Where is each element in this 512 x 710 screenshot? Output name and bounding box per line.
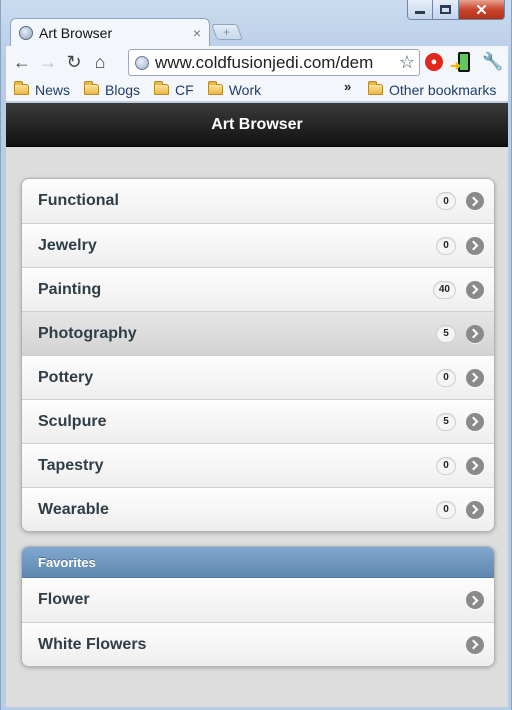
bookmark-blogs[interactable]: Blogs — [84, 81, 141, 98]
arrow-right-icon — [466, 635, 484, 654]
address-bar[interactable]: ☆ — [128, 49, 420, 76]
browser-window: ✕ Art Browser × + ← → ↻ ⌂ ☆ ● ➜ 🔧 News B… — [0, 0, 512, 710]
count-badge: 0 — [436, 368, 456, 387]
bookmark-news[interactable]: News — [14, 81, 71, 98]
bookmark-cf[interactable]: CF — [154, 81, 194, 98]
arrow-right-icon — [466, 280, 484, 299]
url-input[interactable] — [155, 52, 395, 73]
close-window-button[interactable]: ✕ — [459, 0, 505, 20]
back-arrow-icon: ← — [13, 51, 31, 72]
reload-icon: ↻ — [66, 51, 82, 72]
more-bookmarks-chevron[interactable]: » — [344, 79, 351, 94]
list-item-label: Pottery — [38, 368, 94, 386]
folder-icon — [84, 81, 100, 95]
send-to-phone-button[interactable]: ➜ — [450, 50, 476, 74]
bookmark-work[interactable]: Work — [207, 81, 262, 98]
list-item-pottery[interactable]: Pottery 0 — [22, 355, 494, 399]
list-item-label: White Flowers — [38, 635, 147, 653]
list-item-label: Jewelry — [38, 236, 97, 254]
count-badge: 5 — [436, 412, 456, 431]
list-item-label: Flower — [38, 591, 90, 608]
stop-icon: ● — [425, 53, 443, 71]
tab-close-icon[interactable]: × — [193, 25, 201, 41]
forward-button[interactable]: → — [36, 50, 60, 74]
other-bookmarks[interactable]: Other bookmarks — [368, 81, 497, 98]
count-badge: 0 — [436, 236, 456, 255]
list-item-label: Tapestry — [38, 456, 104, 474]
back-button[interactable]: ← — [10, 50, 34, 74]
favorites-divider: Favorites — [22, 547, 494, 578]
maximize-button[interactable] — [433, 0, 459, 20]
window-controls: ✕ — [407, 0, 505, 22]
favorites-title: Favorites — [38, 554, 96, 570]
close-icon: ✕ — [475, 1, 488, 19]
bookmark-label: Blogs — [105, 81, 141, 98]
arrow-right-icon — [466, 236, 484, 255]
arrow-right-icon — [466, 192, 484, 210]
maximize-icon — [440, 5, 451, 14]
folder-icon — [154, 81, 170, 95]
browser-toolbar: ← → ↻ ⌂ ☆ ● ➜ 🔧 — [6, 46, 508, 78]
other-bookmarks-label: Other bookmarks — [389, 81, 497, 98]
bookmark-label: News — [35, 81, 71, 98]
bookmark-label: CF — [175, 81, 194, 98]
arrow-right-icon — [466, 591, 484, 609]
list-item-functional[interactable]: Functional 0 — [22, 179, 494, 223]
bookmark-label: Work — [228, 81, 262, 98]
browser-tab[interactable]: Art Browser × — [10, 18, 210, 46]
page-title: Art Browser — [211, 115, 303, 133]
arrow-right-icon — [466, 412, 484, 431]
tab-title: Art Browser — [39, 24, 113, 41]
new-tab-button[interactable]: + — [211, 24, 243, 40]
count-badge: 5 — [436, 324, 456, 343]
minimize-button[interactable] — [407, 0, 433, 20]
list-item-wearable[interactable]: Wearable 0 — [22, 487, 494, 531]
arrow-right-icon — [466, 368, 484, 387]
list-item-sculpure[interactable]: Sculpure 5 — [22, 399, 494, 443]
favorite-item-flower[interactable]: Flower — [22, 578, 494, 622]
plus-icon: + — [223, 25, 231, 39]
count-badge: 40 — [432, 280, 456, 299]
page-info-icon — [135, 55, 149, 70]
folder-icon — [207, 81, 223, 95]
bookmarks-bar: News Blogs CF Work » Other bookmarks — [6, 78, 508, 102]
home-button[interactable]: ⌂ — [88, 50, 112, 74]
wrench-menu-button[interactable]: 🔧 — [481, 50, 505, 74]
list-item-painting[interactable]: Painting 40 — [22, 267, 494, 311]
phone-icon: ➜ — [450, 52, 470, 73]
list-item-label: Sculpure — [38, 412, 107, 430]
minimize-icon — [415, 11, 425, 14]
folder-icon — [14, 81, 29, 95]
page-content: Art Browser Functional 0 Jewelry 0 Paint… — [6, 103, 508, 707]
stop-extension-button[interactable]: ● — [422, 50, 446, 74]
arrow-icon: ➜ — [450, 58, 461, 73]
count-badge: 0 — [436, 192, 456, 210]
arrow-right-icon — [466, 456, 484, 475]
list-item-label: Functional — [38, 192, 119, 209]
list-item-photography[interactable]: Photography 5 — [22, 311, 494, 355]
count-badge: 0 — [436, 456, 456, 475]
home-icon: ⌂ — [94, 51, 106, 72]
arrow-right-icon — [466, 324, 484, 343]
reload-button[interactable]: ↻ — [62, 50, 86, 74]
list-item-label: Painting — [38, 280, 102, 298]
list-item-jewelry[interactable]: Jewelry 0 — [22, 223, 494, 267]
page-header: Art Browser — [6, 103, 508, 147]
globe-icon — [19, 25, 33, 40]
list-item-tapestry[interactable]: Tapestry 0 — [22, 443, 494, 487]
count-badge: 0 — [436, 500, 456, 519]
category-list: Functional 0 Jewelry 0 Painting 40 Photo… — [21, 178, 495, 532]
favorites-list: Favorites Flower White Flowers — [21, 546, 495, 667]
folder-icon — [368, 81, 383, 95]
favorite-item-white-flowers[interactable]: White Flowers — [22, 622, 494, 666]
list-item-label: Wearable — [38, 500, 109, 518]
list-item-label: Photography — [38, 324, 137, 342]
wrench-icon: 🔧 — [482, 52, 504, 71]
star-icon[interactable]: ☆ — [395, 52, 419, 73]
arrow-right-icon — [466, 500, 484, 519]
forward-arrow-icon: → — [39, 51, 57, 72]
